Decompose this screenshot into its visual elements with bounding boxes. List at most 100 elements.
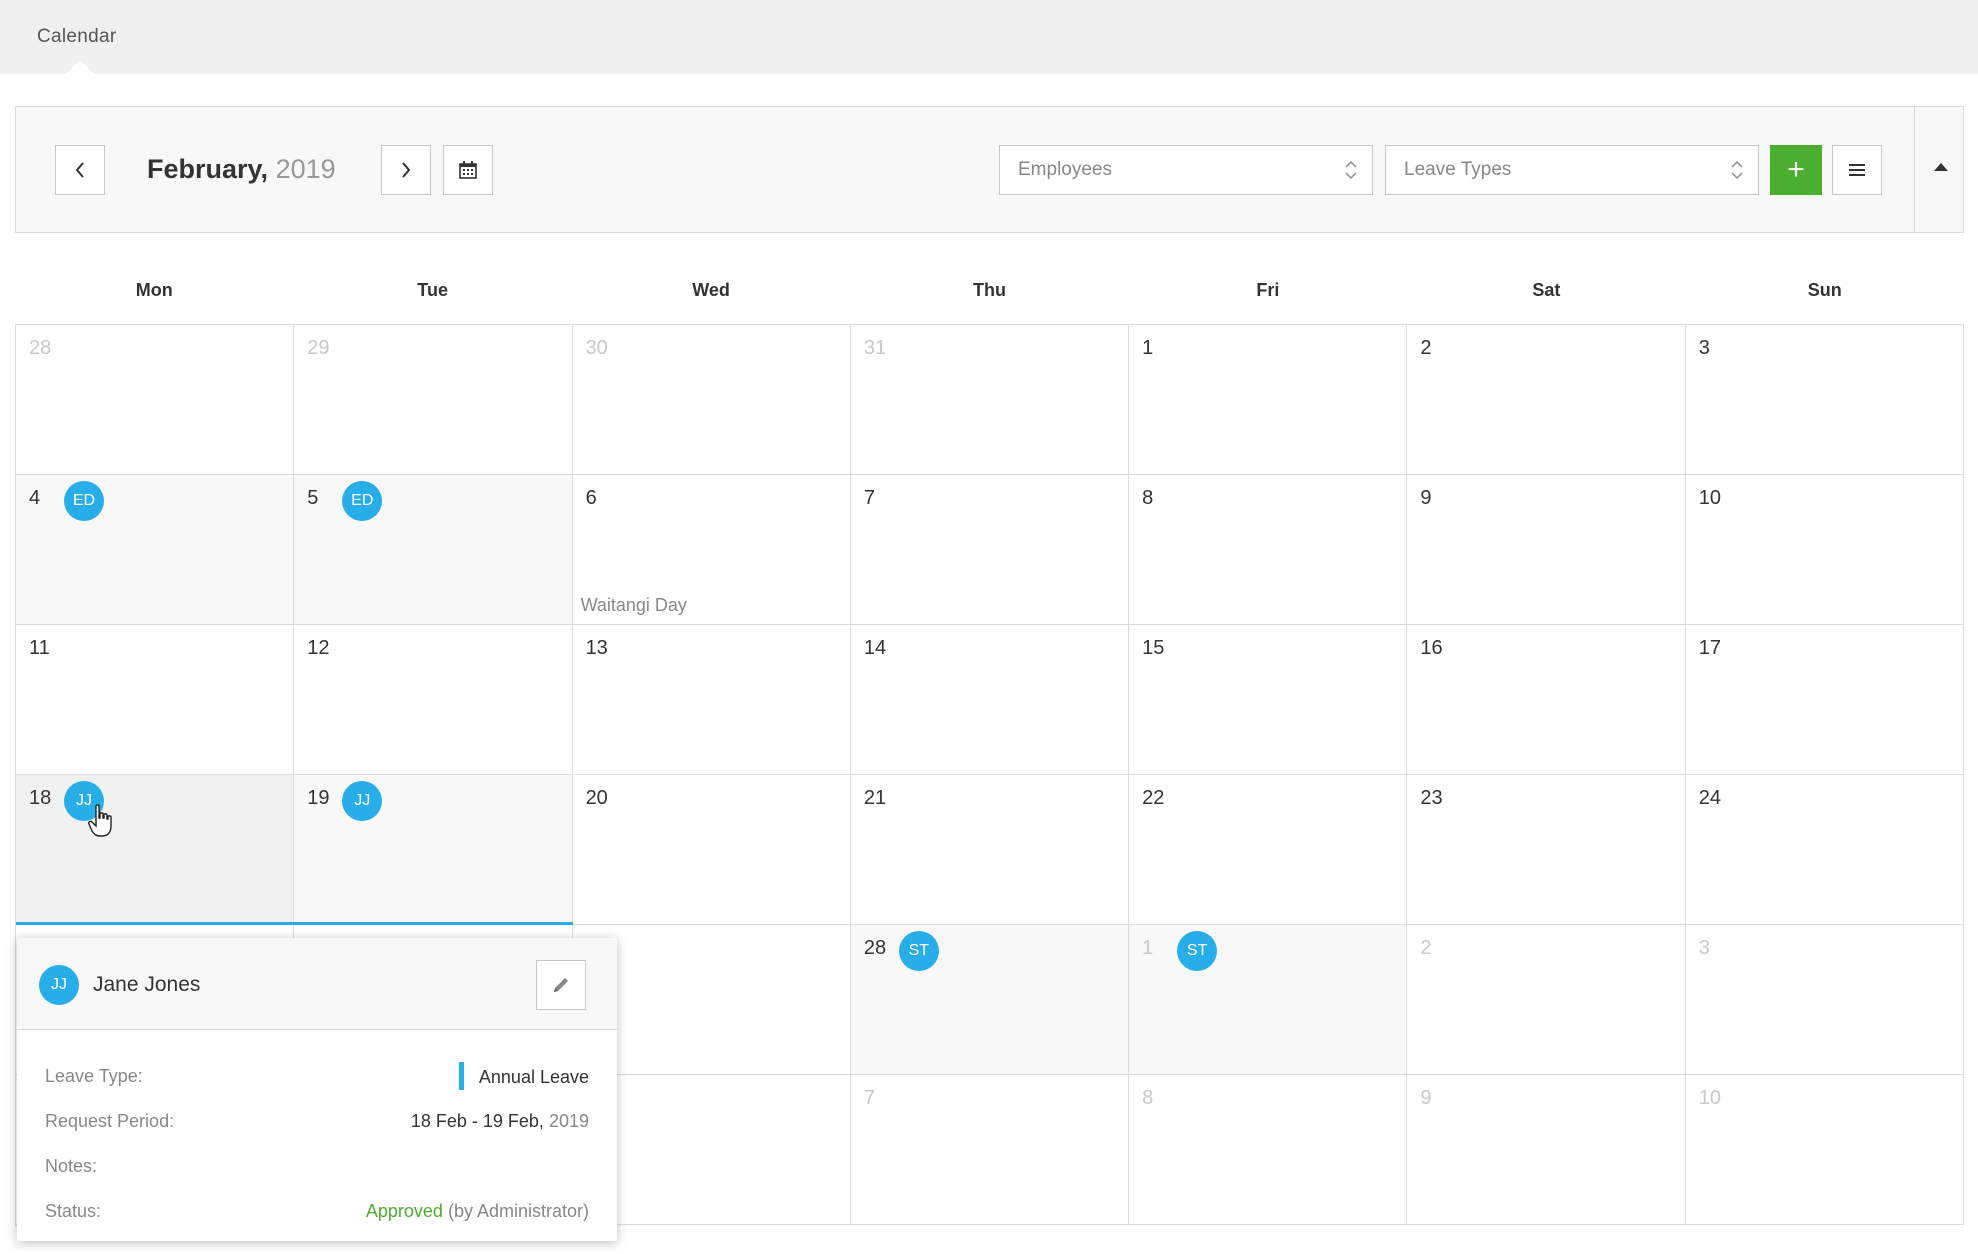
day-cell[interactable]: 29: [294, 325, 573, 475]
day-number: 3: [1698, 337, 1710, 359]
day-number: 8: [1142, 487, 1154, 509]
leave-avatar-badge[interactable]: JJ: [342, 781, 383, 821]
leave-avatar-badge[interactable]: ST: [1177, 931, 1218, 971]
day-cell[interactable]: 9: [1407, 1075, 1686, 1225]
request-period-row: Request Period: 18 Feb - 19 Feb, 2019: [45, 1111, 589, 1137]
day-cell[interactable]: 21: [850, 775, 1130, 925]
leave-avatar-badge[interactable]: ED: [342, 481, 383, 521]
employee-name: Jane Jones: [93, 973, 201, 996]
day-cell[interactable]: 8: [1129, 1075, 1408, 1225]
leave-type-text: Annual Leave: [478, 1066, 589, 1087]
day-cell[interactable]: 14: [850, 625, 1130, 775]
day-number: 8: [1142, 1087, 1154, 1109]
leave-types-select[interactable]: Leave Types: [1385, 145, 1759, 195]
notes-row: Notes:: [45, 1156, 589, 1182]
day-number: 23: [1420, 787, 1443, 809]
day-cell[interactable]: 6 Waitangi Day: [572, 475, 851, 625]
day-cell[interactable]: 9: [1407, 475, 1686, 625]
day-cell[interactable]: 22: [1129, 775, 1408, 925]
employees-select[interactable]: Employees: [999, 145, 1373, 195]
day-cell[interactable]: 28 ST: [850, 925, 1130, 1075]
day-cell[interactable]: 11: [16, 625, 295, 775]
request-period-label: Request Period:: [45, 1111, 175, 1131]
weekday-label: Sat: [1532, 280, 1561, 300]
caret-up-icon[interactable]: [1934, 163, 1948, 171]
day-cell[interactable]: 4 ED: [16, 475, 295, 625]
status-value: Approved (by Administrator): [366, 1201, 589, 1222]
day-number: 5: [307, 487, 319, 509]
day-number: 9: [1420, 1087, 1432, 1109]
add-leave-button[interactable]: +: [1770, 145, 1822, 195]
day-cell[interactable]: 8: [1129, 475, 1408, 625]
day-number: 6: [585, 487, 597, 509]
day-number: 16: [1420, 637, 1443, 659]
day-number: 7: [863, 487, 875, 509]
day-number: 30: [585, 337, 608, 359]
day-number: 12: [307, 637, 330, 659]
day-cell[interactable]: 1: [1129, 325, 1408, 475]
day-cell[interactable]: 19 JJ: [294, 775, 573, 925]
day-cell[interactable]: 30: [572, 325, 851, 475]
day-number: 19: [307, 787, 330, 809]
day-cell[interactable]: 2: [1407, 925, 1686, 1075]
chevron-right-icon: [402, 162, 411, 178]
day-cell[interactable]: 31: [850, 325, 1130, 475]
leave-avatar-badge[interactable]: ST: [898, 931, 939, 971]
edit-leave-button[interactable]: [536, 960, 586, 1010]
day-cell[interactable]: 17: [1685, 625, 1964, 775]
day-number: 13: [585, 637, 608, 659]
day-cell[interactable]: 12: [294, 625, 573, 775]
leave-type-color-bar: [458, 1062, 464, 1090]
day-cell[interactable]: 3: [1685, 925, 1964, 1075]
updown-icon: [1345, 160, 1357, 180]
employees-select-label: Employees: [1018, 159, 1112, 180]
status-approver: (by Administrator): [447, 1201, 589, 1221]
leave-type-label: Leave Type:: [45, 1066, 143, 1086]
day-cell[interactable]: 7: [850, 1075, 1130, 1225]
leave-type-value: Annual Leave: [458, 1062, 589, 1090]
menu-button[interactable]: [1832, 145, 1882, 195]
day-number: 22: [1142, 787, 1165, 809]
top-tab-bar: Calendar: [0, 0, 1978, 74]
day-number: 31: [863, 337, 887, 359]
month-title: February, 2019: [147, 154, 336, 185]
day-number: 7: [863, 1087, 875, 1109]
status-badge: Approved: [365, 1201, 443, 1221]
day-cell[interactable]: 10: [1685, 1075, 1964, 1225]
next-month-button[interactable]: [381, 145, 431, 195]
chevron-left-icon: [75, 162, 84, 178]
day-number: 1: [1142, 337, 1154, 359]
weekday-label: Tue: [417, 280, 448, 300]
leave-type-row: Leave Type: Annual Leave: [45, 1062, 589, 1092]
day-cell[interactable]: 28: [16, 325, 295, 475]
day-cell[interactable]: 18 JJ: [16, 775, 295, 925]
weekday-label: Wed: [692, 280, 730, 300]
day-cell[interactable]: 16: [1407, 625, 1686, 775]
tab-calendar[interactable]: Calendar: [37, 26, 117, 48]
day-number: 2: [1420, 937, 1432, 959]
day-cell[interactable]: 15: [1129, 625, 1408, 775]
leave-avatar-badge[interactable]: ED: [64, 481, 104, 521]
hand-cursor-icon: [88, 804, 112, 837]
day-cell[interactable]: 7: [850, 475, 1130, 625]
request-period-value: 18 Feb - 19 Feb, 2019: [411, 1111, 589, 1132]
day-cell[interactable]: 23: [1407, 775, 1686, 925]
day-cell[interactable]: 3: [1685, 325, 1964, 475]
day-cell[interactable]: 1 ST: [1129, 925, 1408, 1075]
day-cell[interactable]: 24: [1685, 775, 1964, 925]
day-number: 3: [1698, 937, 1710, 959]
status-row: Status: Approved (by Administrator): [45, 1201, 589, 1227]
date-picker-button[interactable]: [443, 145, 493, 195]
day-cell[interactable]: 10: [1685, 475, 1964, 625]
day-cell[interactable]: 5 ED: [294, 475, 573, 625]
prev-month-button[interactable]: [55, 145, 105, 195]
day-number: 4: [29, 487, 41, 509]
day-cell[interactable]: 13: [572, 625, 851, 775]
toolbar-divider: [1914, 107, 1915, 232]
day-cell[interactable]: 20: [572, 775, 851, 925]
request-period-dates: 18 Feb - 19 Feb,: [410, 1111, 544, 1131]
day-number: 17: [1698, 637, 1721, 659]
weekday-header: Mon Tue Wed Thu Fri Sat Sun: [15, 280, 1964, 310]
day-cell[interactable]: 2: [1407, 325, 1686, 475]
calendar-icon: [459, 161, 477, 179]
